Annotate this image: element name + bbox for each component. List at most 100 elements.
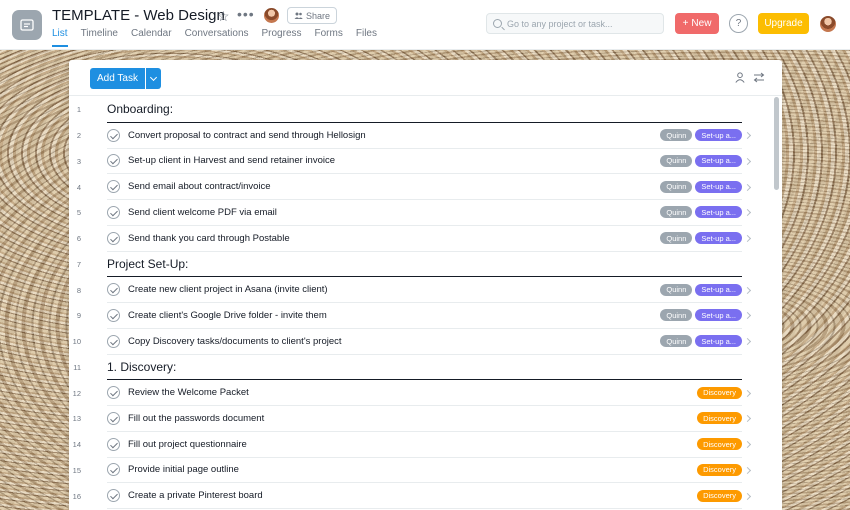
task-name[interactable]: Create client's Google Drive folder - in… — [128, 310, 327, 321]
assignee-tag[interactable]: Quinn — [660, 309, 693, 322]
assignee-tag[interactable]: Quinn — [660, 129, 693, 142]
task-row[interactable]: 5 Send client welcome PDF via email Quinn S… — [69, 200, 774, 226]
chevron-right-icon[interactable] — [743, 286, 752, 294]
add-task-dropdown[interactable] — [146, 68, 161, 89]
task-name[interactable]: Send client welcome PDF via email — [128, 207, 277, 218]
task-name[interactable]: Create new client project in Asana (invi… — [128, 284, 328, 295]
star-icon[interactable]: ☆ — [217, 8, 230, 25]
section-tag[interactable]: Discovery — [697, 386, 742, 399]
complete-check-icon[interactable] — [107, 205, 120, 219]
assignee-filter-icon[interactable] — [735, 72, 745, 83]
complete-check-icon[interactable] — [107, 154, 120, 168]
section-tag[interactable]: Set-up a... — [695, 154, 742, 167]
sort-icon[interactable] — [753, 72, 765, 83]
assignee-tag[interactable]: Quinn — [660, 180, 693, 193]
scrollbar[interactable] — [774, 97, 780, 510]
task-row[interactable]: 16 Create a private Pinterest board Discov… — [69, 483, 774, 509]
complete-check-icon[interactable] — [107, 180, 120, 194]
task-name[interactable]: Set-up client in Harvest and send retain… — [128, 155, 335, 166]
section-row[interactable]: 7 Project Set-Up: — [69, 252, 774, 278]
add-task-button[interactable]: Add Task — [90, 68, 145, 89]
task-row[interactable]: 13 Fill out the passwords document Discove… — [69, 406, 774, 432]
tab-conversations[interactable]: Conversations — [185, 28, 249, 47]
task-name[interactable]: Send thank you card through Postable — [128, 233, 290, 244]
new-button[interactable]: + New — [675, 13, 719, 34]
complete-check-icon[interactable] — [107, 334, 120, 348]
complete-check-icon[interactable] — [107, 437, 120, 451]
assignee-tag[interactable]: Quinn — [660, 232, 693, 245]
task-row[interactable]: 10 Copy Discovery tasks/documents to clie… — [69, 329, 774, 355]
complete-check-icon[interactable] — [107, 489, 120, 503]
help-icon[interactable]: ? — [729, 14, 748, 33]
assignee-tag[interactable]: Quinn — [660, 335, 693, 348]
section-tag[interactable]: Set-up a... — [695, 180, 742, 193]
project-title[interactable]: TEMPLATE - Web Design — [52, 7, 225, 24]
tab-calendar[interactable]: Calendar — [131, 28, 172, 47]
complete-check-icon[interactable] — [107, 128, 120, 142]
section-row[interactable]: 11 1. Discovery: — [69, 355, 774, 381]
chevron-right-icon[interactable] — [743, 389, 752, 397]
tab-progress[interactable]: Progress — [262, 28, 302, 47]
upgrade-button[interactable]: Upgrade — [758, 13, 809, 34]
complete-check-icon[interactable] — [107, 283, 120, 297]
task-name[interactable]: Review the Welcome Packet — [128, 387, 249, 398]
share-button[interactable]: Share — [287, 7, 338, 24]
section-tag[interactable]: Set-up a... — [695, 232, 742, 245]
task-name[interactable]: Convert proposal to contract and send th… — [128, 130, 366, 141]
task-row[interactable]: 6 Send thank you card through Postable Qui… — [69, 226, 774, 252]
task-row[interactable]: 9 Create client's Google Drive folder - i… — [69, 303, 774, 329]
section-tag[interactable]: Discovery — [697, 463, 742, 476]
assignee-tag[interactable]: Quinn — [660, 154, 693, 167]
section-title[interactable]: 1. Discovery: — [107, 360, 176, 374]
task-row[interactable]: 4 Send email about contract/invoice Quinn S… — [69, 174, 774, 200]
section-tag[interactable]: Set-up a... — [695, 129, 742, 142]
chevron-right-icon[interactable] — [743, 132, 752, 140]
complete-check-icon[interactable] — [107, 308, 120, 322]
user-avatar[interactable] — [819, 15, 837, 33]
tab-timeline[interactable]: Timeline — [81, 28, 118, 47]
chevron-right-icon[interactable] — [743, 183, 752, 191]
section-tag[interactable]: Discovery — [697, 438, 742, 451]
task-row[interactable]: 14 Fill out project questionnaire Discover… — [69, 432, 774, 458]
task-row[interactable]: 12 Review the Welcome Packet Discovery — [69, 380, 774, 406]
more-options-icon[interactable]: ••• — [237, 6, 255, 22]
complete-check-icon[interactable] — [107, 386, 120, 400]
chevron-right-icon[interactable] — [743, 209, 752, 217]
chevron-right-icon[interactable] — [743, 312, 752, 320]
project-icon[interactable] — [12, 10, 42, 40]
chevron-right-icon[interactable] — [743, 441, 752, 449]
search-input[interactable] — [507, 18, 657, 29]
complete-check-icon[interactable] — [107, 463, 120, 477]
section-title[interactable]: Project Set-Up: — [107, 257, 188, 271]
complete-check-icon[interactable] — [107, 231, 120, 245]
section-tag[interactable]: Set-up a... — [695, 283, 742, 296]
task-row[interactable]: 8 Create new client project in Asana (inv… — [69, 277, 774, 303]
task-name[interactable]: Fill out project questionnaire — [128, 439, 247, 450]
section-tag[interactable]: Discovery — [697, 489, 742, 502]
task-name[interactable]: Copy Discovery tasks/documents to client… — [128, 336, 342, 347]
search-bar[interactable] — [486, 13, 664, 34]
chevron-right-icon[interactable] — [743, 338, 752, 346]
task-row[interactable]: 2 Convert proposal to contract and send t… — [69, 123, 774, 149]
tab-files[interactable]: Files — [356, 28, 377, 47]
task-name[interactable]: Provide initial page outline — [128, 464, 239, 475]
member-avatar[interactable] — [263, 7, 280, 24]
task-name[interactable]: Send email about contract/invoice — [128, 181, 271, 192]
section-title[interactable]: Onboarding: — [107, 102, 173, 116]
assignee-tag[interactable]: Quinn — [660, 206, 693, 219]
task-name[interactable]: Fill out the passwords document — [128, 413, 264, 424]
chevron-right-icon[interactable] — [743, 235, 752, 243]
section-tag[interactable]: Set-up a... — [695, 335, 742, 348]
section-tag[interactable]: Set-up a... — [695, 206, 742, 219]
section-tag[interactable]: Discovery — [697, 412, 742, 425]
task-row[interactable]: 15 Provide initial page outline Discovery — [69, 458, 774, 484]
section-tag[interactable]: Set-up a... — [695, 309, 742, 322]
tab-list[interactable]: List — [52, 28, 68, 47]
chevron-right-icon[interactable] — [743, 466, 752, 474]
task-row[interactable]: 3 Set-up client in Harvest and send retai… — [69, 149, 774, 175]
chevron-right-icon[interactable] — [743, 157, 752, 165]
assignee-tag[interactable]: Quinn — [660, 283, 693, 296]
complete-check-icon[interactable] — [107, 411, 120, 425]
chevron-right-icon[interactable] — [743, 415, 752, 423]
chevron-right-icon[interactable] — [743, 492, 752, 500]
